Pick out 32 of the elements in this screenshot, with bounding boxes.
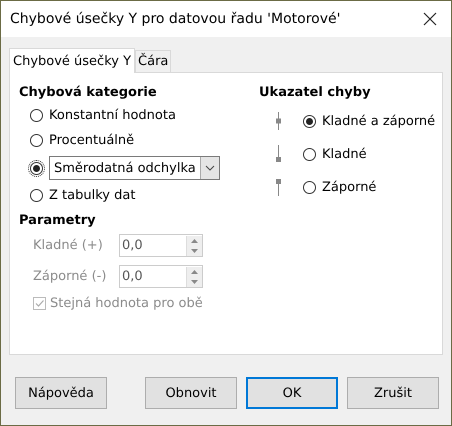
dialog-button[interactable]: Obnovit	[145, 377, 237, 409]
radio-label: Záporné	[322, 180, 376, 194]
dialog-button[interactable]: Zrušit	[347, 377, 439, 409]
radio-button[interactable]	[30, 109, 43, 122]
section-heading: Parametry	[19, 213, 97, 228]
radio-button[interactable]	[30, 134, 43, 147]
radio-button[interactable]	[30, 162, 43, 174]
checkbox-label: Stejná hodnota pro obě	[50, 296, 203, 311]
radio-button[interactable]	[303, 148, 316, 160]
error-bar-icon	[276, 178, 281, 196]
tab[interactable]: Chybové úsečky Y	[9, 48, 136, 73]
window-title: Chybové úsečky Y pro datovou řadu 'Motorové'	[10, 11, 340, 27]
dialog-button[interactable]: OK	[246, 377, 338, 409]
dropdown[interactable]: Směrodatná odchylka	[49, 156, 220, 180]
radio-label: Kladné a záporné	[322, 114, 436, 128]
error-bar-icon	[276, 112, 281, 130]
error-bar-icon	[276, 145, 281, 163]
radio-label: Procentuálně	[49, 133, 134, 148]
radio-label: Z tabulky dat	[49, 188, 136, 203]
field-label: Kladné (+)	[33, 238, 104, 253]
dialog-button[interactable]: Nápověda	[15, 377, 107, 409]
chevron-down-icon	[204, 165, 215, 171]
close-icon[interactable]	[423, 12, 437, 26]
section-heading: Chybová kategorie	[19, 85, 158, 100]
field-label: Záporné (-)	[33, 269, 108, 284]
radio-button[interactable]	[30, 189, 43, 202]
radio-label: Konstantní hodnota	[49, 108, 176, 123]
section-heading: Ukazatel chyby	[259, 85, 372, 100]
tab[interactable]: Čára	[135, 50, 172, 72]
radio-button[interactable]	[303, 114, 316, 128]
radio-button[interactable]	[303, 180, 316, 194]
radio-label: Kladné	[322, 146, 367, 162]
